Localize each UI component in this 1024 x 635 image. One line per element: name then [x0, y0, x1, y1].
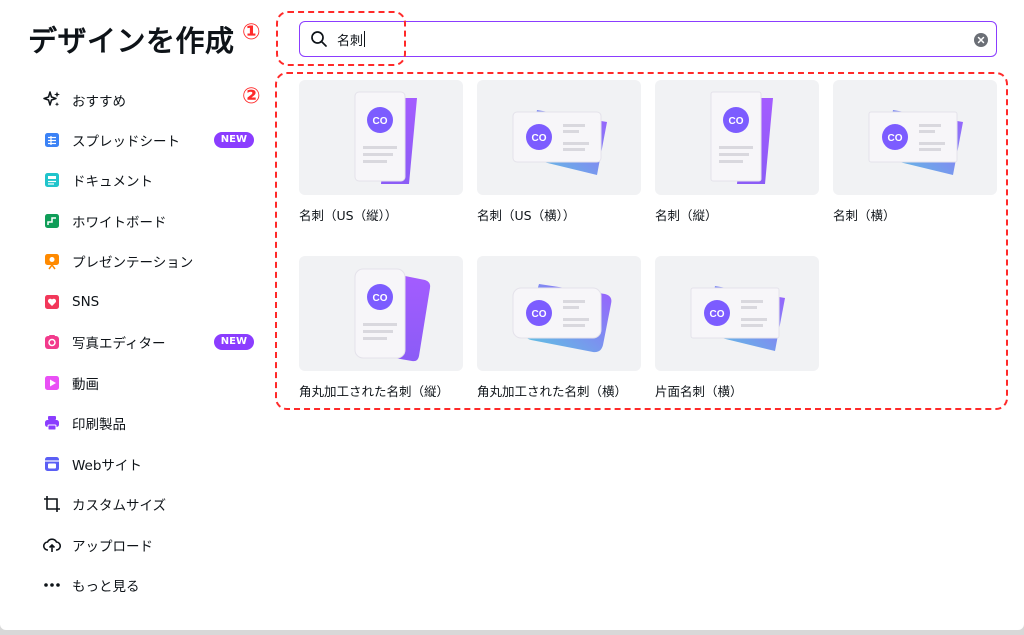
- new-badge: NEW: [213, 132, 254, 148]
- sidebar-item-label: ホワイトボード: [72, 215, 167, 231]
- sidebar-item-website[interactable]: Webサイト: [34, 446, 264, 482]
- sidebar-item-label: 印刷製品: [72, 417, 126, 433]
- document-icon: [42, 170, 62, 190]
- sidebar-item-label: おすすめ: [72, 94, 126, 110]
- sidebar-item-label: カスタムサイズ: [72, 498, 167, 514]
- sidebar-item-label: アップロード: [72, 539, 153, 555]
- page-title: デザインを作成: [28, 24, 235, 58]
- sidebar-item-presentation[interactable]: プレゼンテーション: [34, 243, 264, 279]
- custom-size-icon: [42, 494, 62, 514]
- annotation-box-results: [275, 72, 1008, 410]
- sidebar-item-label: 写真エディター: [72, 336, 166, 352]
- new-badge: NEW: [213, 334, 254, 350]
- upload-icon: [42, 535, 62, 555]
- sidebar-item-label: SNS: [72, 294, 100, 310]
- heart-icon: [42, 292, 62, 312]
- sidebar-item-spreadsheet[interactable]: スプレッドシート NEW: [34, 122, 264, 158]
- sidebar-item-whiteboard[interactable]: ホワイトボード: [34, 203, 264, 239]
- camera-icon: [42, 332, 62, 352]
- annotation-number-one: ①: [242, 20, 261, 45]
- website-icon: [42, 454, 62, 474]
- presentation-icon: [42, 251, 62, 271]
- sidebar-item-label: もっと見る: [72, 579, 140, 595]
- whiteboard-icon: [42, 211, 62, 231]
- sidebar-item-custom-size[interactable]: カスタムサイズ: [34, 486, 264, 522]
- sidebar-item-label: 動画: [72, 377, 99, 393]
- sidebar-item-recommended[interactable]: おすすめ: [34, 82, 264, 118]
- more-icon: [42, 575, 62, 595]
- video-icon: [42, 373, 62, 393]
- sidebar-item-print[interactable]: 印刷製品: [34, 405, 264, 441]
- sidebar-item-photo-editor[interactable]: 写真エディター NEW: [34, 324, 264, 360]
- sidebar-item-more[interactable]: もっと見る: [34, 567, 264, 603]
- sidebar-item-video[interactable]: 動画: [34, 365, 264, 401]
- sidebar-item-label: スプレッドシート: [72, 134, 180, 150]
- spreadsheet-icon: [42, 130, 62, 150]
- sidebar: デザインを作成 おすすめ スプレッドシート NEW ドキュメント ホワイトボード…: [0, 0, 270, 630]
- create-design-panel: デザインを作成 おすすめ スプレッドシート NEW ドキュメント ホワイトボード…: [0, 0, 1024, 630]
- clear-search-icon[interactable]: [974, 32, 988, 47]
- sparkles-icon: [42, 90, 62, 110]
- sidebar-item-label: ドキュメント: [72, 174, 153, 190]
- annotation-box-search: [276, 11, 406, 66]
- sidebar-item-label: プレゼンテーション: [72, 255, 194, 271]
- sidebar-item-document[interactable]: ドキュメント: [34, 162, 264, 198]
- sidebar-item-upload[interactable]: アップロード: [34, 527, 264, 563]
- sidebar-item-sns[interactable]: SNS: [34, 284, 264, 320]
- annotation-number-two: ②: [242, 84, 261, 109]
- printer-icon: [42, 413, 62, 433]
- sidebar-item-label: Webサイト: [72, 458, 142, 474]
